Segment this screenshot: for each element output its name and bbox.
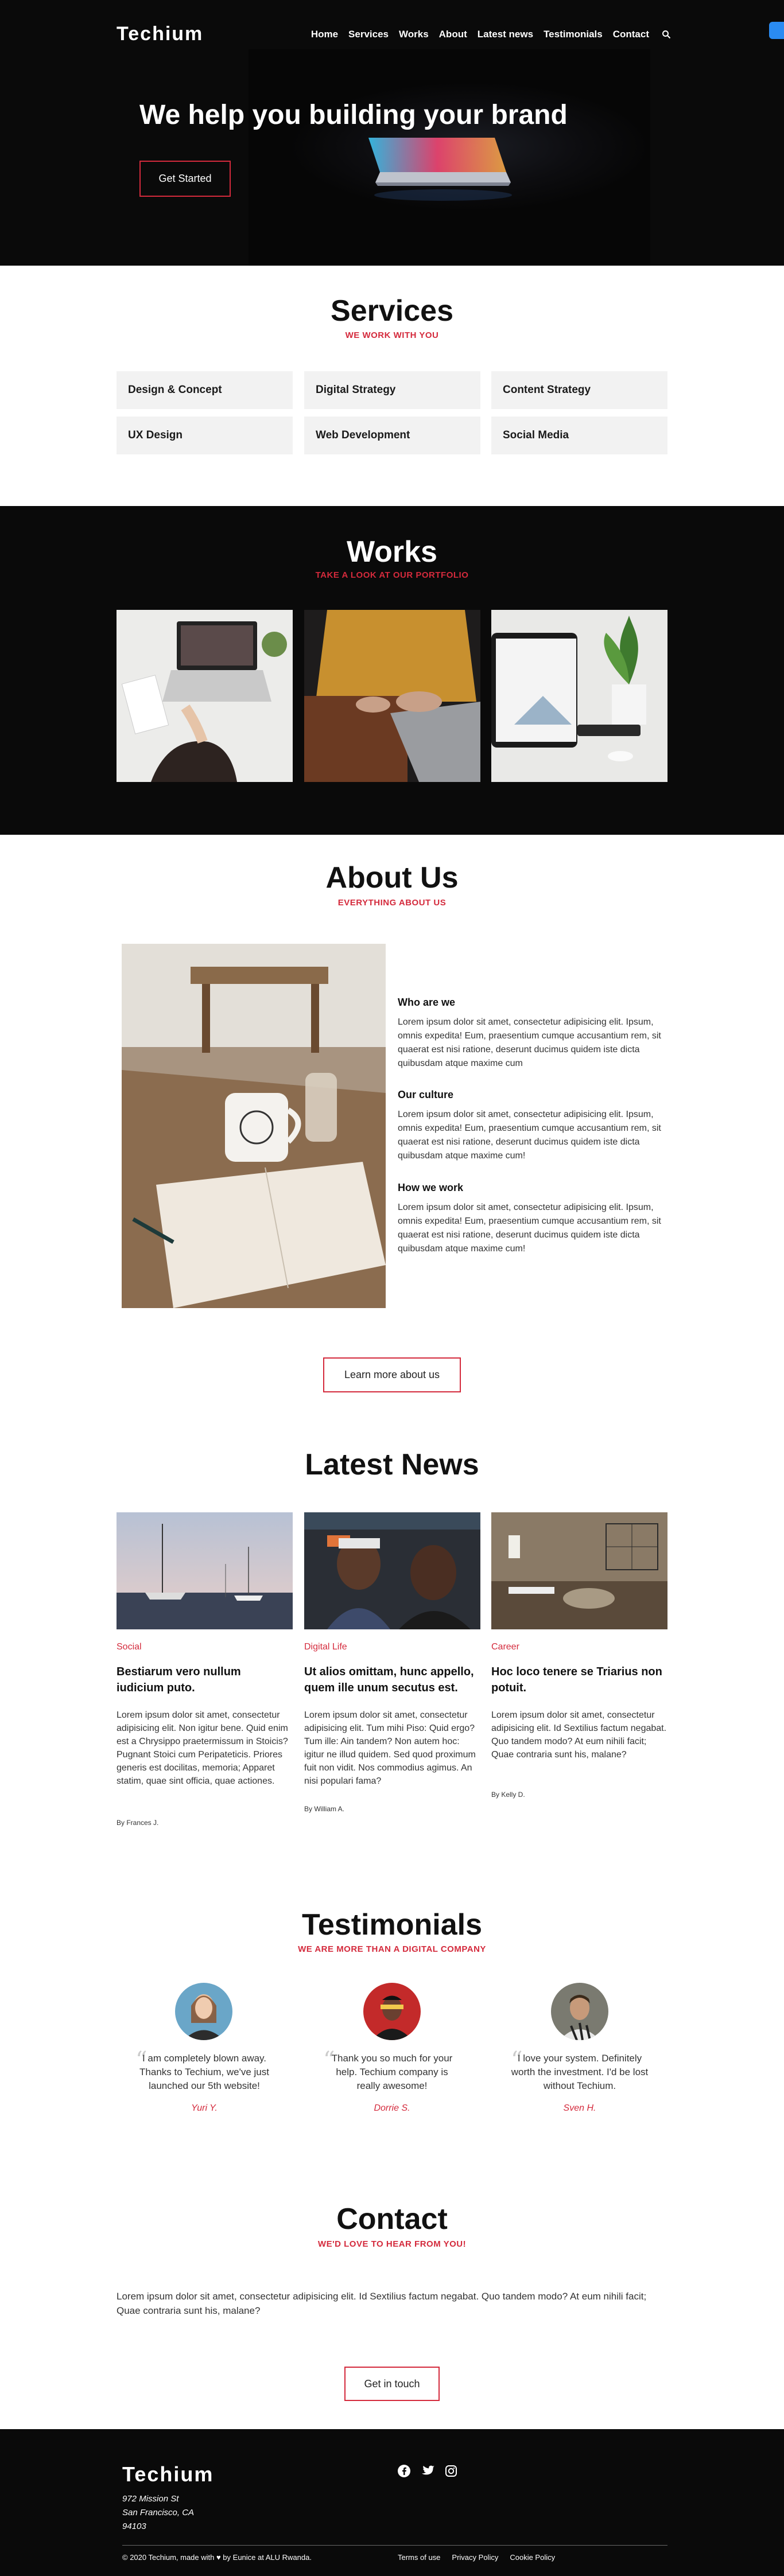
avatar-dorrie [363, 1983, 421, 2040]
news-category-digital-life[interactable]: Digital Life [304, 1642, 347, 1652]
contact-title: Contact [336, 2203, 448, 2236]
avatar-yuri [175, 1983, 232, 2040]
news-body-1: Lorem ipsum dolor sit amet, consectetur … [117, 1710, 288, 1786]
instagram-icon[interactable] [445, 2465, 457, 2477]
about-image-coffee-notebook [122, 944, 386, 1308]
nav-item-about[interactable]: About [439, 29, 467, 40]
services-title: Services [331, 294, 453, 328]
about-subtitle: EVERYTHING ABOUT US [337, 898, 447, 908]
nav-item-works[interactable]: Works [399, 29, 429, 40]
avatar-sven [551, 1983, 608, 2040]
facebook-icon[interactable] [398, 2465, 410, 2477]
about-heading-culture: Our culture [398, 1089, 454, 1100]
top-navigation: Techium Home Services Works About Latest… [0, 0, 784, 69]
about-heading-how: How we work [398, 1182, 464, 1193]
service-content-strategy[interactable]: Content Strategy [491, 371, 667, 409]
news-category-social[interactable]: Social [117, 1642, 142, 1652]
hero-section: Techium Home Services Works About Latest… [0, 0, 784, 266]
news-headline-3[interactable]: Hoc loco tenere se Triarius non potuit. [491, 1664, 663, 1696]
service-social-media[interactable]: Social Media [491, 417, 667, 454]
work-image-workspace-plant[interactable] [491, 610, 667, 782]
news-title: Latest News [305, 1448, 479, 1481]
about-text-how: Lorem ipsum dolor sit amet, consectetur … [398, 1203, 661, 1254]
news-headline-1[interactable]: Bestiarum vero nullum iudicium puto. [117, 1664, 289, 1696]
works-subtitle: TAKE A LOOK AT OUR PORTFOLIO [315, 570, 469, 580]
address-line-2: San Francisco, CA [122, 2508, 195, 2517]
news-author-2: By William A. [304, 1805, 345, 1813]
nav-item-services[interactable]: Services [348, 29, 389, 40]
nav-item-home[interactable]: Home [311, 29, 338, 40]
news-image-boats[interactable] [117, 1512, 293, 1629]
hero-title: We help you building your brand [139, 100, 568, 130]
footer-address: 972 Mission St San Francisco, CA 94103 [122, 2492, 194, 2534]
news-body-2: Lorem ipsum dolor sit amet, consectetur … [304, 1710, 476, 1786]
privacy-link[interactable]: Privacy Policy [452, 2553, 498, 2562]
about-heading-who: Who are we [398, 997, 456, 1008]
service-web-development[interactable]: Web Development [304, 417, 480, 454]
testimonial-name-1: Yuri Y. [191, 2103, 218, 2113]
contact-text: Lorem ipsum dolor sit amet, consectetur … [117, 2291, 647, 2316]
address-line-3: 94103 [122, 2521, 146, 2531]
terms-link[interactable]: Terms of use [398, 2553, 440, 2562]
footer-copyright: © 2020 Techium, made with ♥ by Eunice at… [122, 2553, 312, 2562]
work-image-laptop-desk[interactable] [117, 610, 293, 782]
service-digital-strategy[interactable]: Digital Strategy [304, 371, 480, 409]
footer: Techium 972 Mission St San Francisco, CA… [0, 2429, 784, 2576]
testimonials-subtitle: WE ARE MORE THAN A DIGITAL COMPANY [298, 1944, 486, 1954]
footer-logo[interactable]: Techium [122, 2462, 214, 2486]
service-ux-design[interactable]: UX Design [117, 417, 293, 454]
zoom-widget-icon[interactable] [769, 22, 784, 39]
about-text-culture: Lorem ipsum dolor sit amet, consectetur … [398, 1110, 661, 1161]
cookie-link[interactable]: Cookie Policy [510, 2553, 555, 2562]
page: Techium Home Services Works About Latest… [0, 0, 784, 2576]
site-logo[interactable]: Techium [117, 23, 203, 45]
testimonial-name-3: Sven H. [563, 2103, 596, 2113]
news-author-1: By Frances J. [117, 1819, 159, 1827]
testimonials-title: Testimonials [301, 1908, 482, 1941]
social-links [398, 2465, 457, 2477]
services-subtitle: WE WORK WITH YOU [345, 330, 439, 340]
nav-item-contact[interactable]: Contact [613, 29, 649, 40]
get-started-button[interactable]: Get Started [139, 161, 231, 197]
testimonial-quote-1: I am completely blown away. Thanks to Te… [139, 2053, 269, 2091]
testimonial-quote-2: Thank you so much for your help. Techium… [331, 2053, 453, 2091]
learn-more-button[interactable]: Learn more about us [323, 1357, 461, 1392]
footer-divider [122, 2545, 667, 2546]
news-author-3: By Kelly D. [491, 1791, 525, 1799]
footer-links: Terms of use Privacy Policy Cookie Polic… [398, 2553, 555, 2562]
news-image-two-men[interactable] [304, 1512, 480, 1629]
hero-laptop-image [368, 138, 512, 201]
get-in-touch-button[interactable]: Get in touch [344, 2367, 440, 2401]
address-line-1: 972 Mission St [122, 2494, 179, 2504]
about-text-who: Lorem ipsum dolor sit amet, consectetur … [398, 1017, 661, 1068]
search-icon[interactable] [662, 30, 671, 39]
nav-menu: Home Services Works About Latest news Te… [301, 29, 671, 40]
about-title: About Us [325, 861, 459, 894]
news-category-career[interactable]: Career [491, 1642, 519, 1652]
nav-item-testimonials[interactable]: Testimonials [544, 29, 603, 40]
news-body-3: Lorem ipsum dolor sit amet, consectetur … [491, 1710, 667, 1760]
works-title: Works [347, 535, 437, 569]
testimonial-quote-3: I love your system. Definitely worth the… [511, 2053, 649, 2091]
service-design-concept[interactable]: Design & Concept [117, 371, 293, 409]
twitter-icon[interactable] [421, 2465, 434, 2477]
testimonial-name-2: Dorrie S. [374, 2103, 410, 2113]
contact-subtitle: WE'D LOVE TO HEAR FROM YOU! [317, 2239, 467, 2249]
news-image-workspace-cat[interactable] [491, 1512, 667, 1629]
nav-item-latest-news[interactable]: Latest news [478, 29, 533, 40]
news-headline-2[interactable]: Ut alios omittam, hunc appello, quem ill… [304, 1664, 476, 1696]
work-image-person-typing[interactable] [304, 610, 480, 782]
